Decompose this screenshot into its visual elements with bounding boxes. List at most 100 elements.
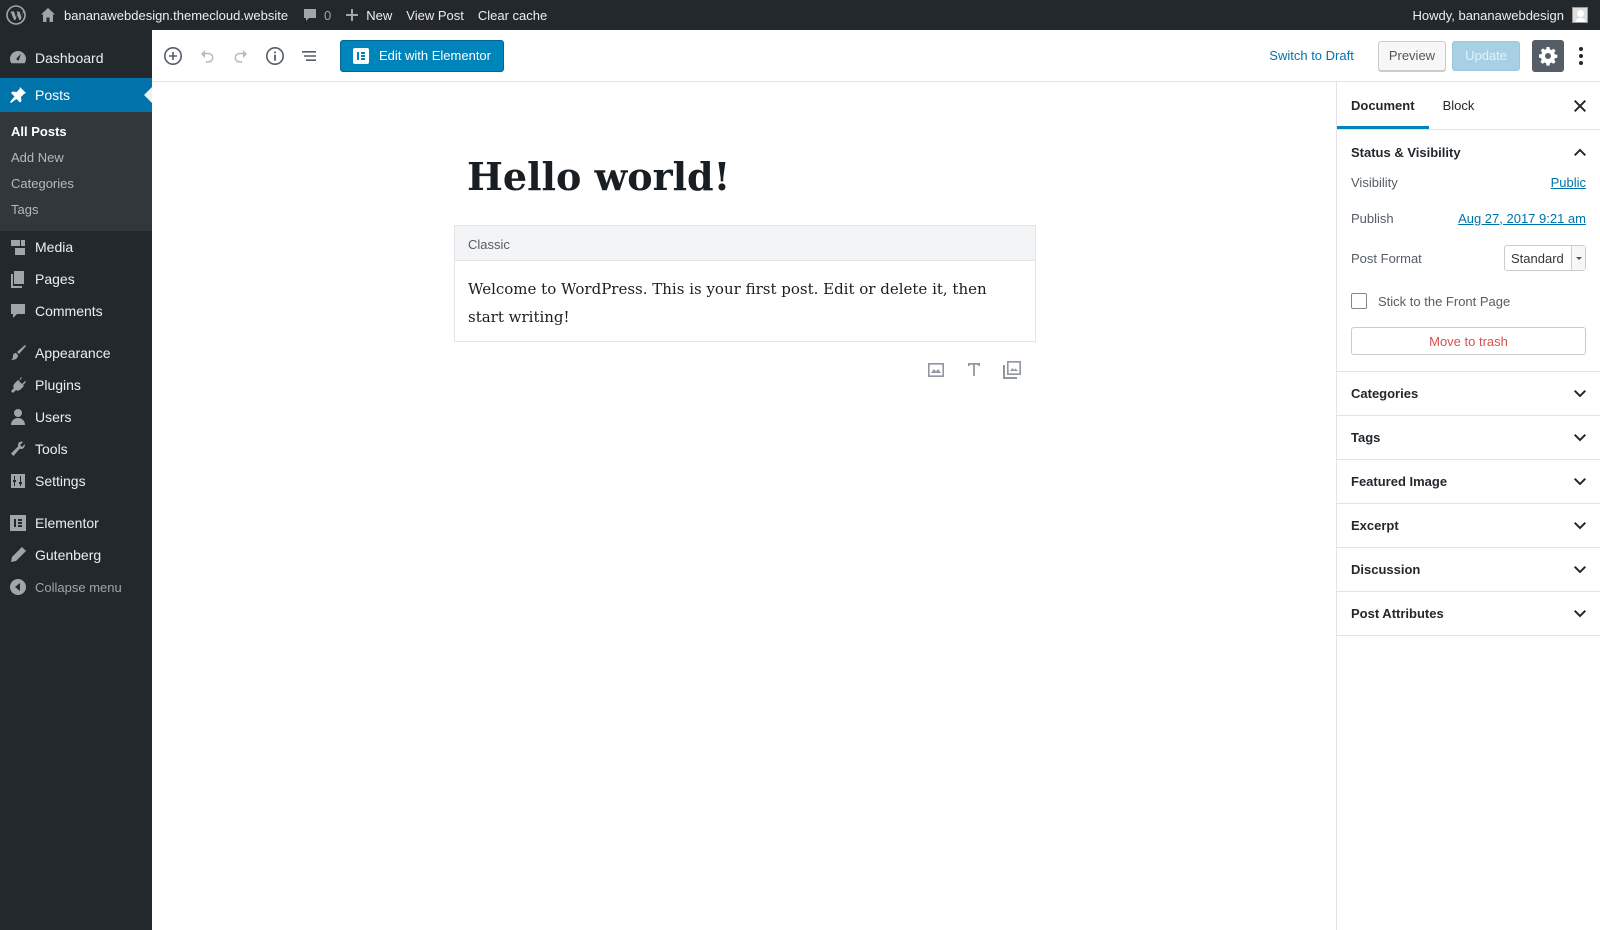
home-icon xyxy=(41,8,55,22)
menu-label-users: Users xyxy=(35,409,72,425)
menu-label-plugins: Plugins xyxy=(35,377,81,393)
site-name: bananawebdesign.themecloud.website xyxy=(64,7,289,23)
header-toolbar xyxy=(156,39,326,73)
settings-toggle-button[interactable] xyxy=(1532,39,1564,72)
new-content-link[interactable]: New xyxy=(338,0,399,30)
plugin-icon xyxy=(9,376,27,394)
redo-button[interactable] xyxy=(224,39,258,73)
panel-title-categories: Categories xyxy=(1351,386,1419,401)
wordpress-logo-icon[interactable] xyxy=(0,0,33,30)
menu-label-settings: Settings xyxy=(35,473,86,489)
sidebar-tabs: Document Block xyxy=(1337,82,1600,130)
comments-count: 0 xyxy=(324,7,332,23)
content-info-button[interactable] xyxy=(258,39,292,73)
vertical-ellipsis-icon xyxy=(1579,46,1583,65)
preview-button[interactable]: Preview xyxy=(1377,40,1447,71)
submenu-all-posts[interactable]: All Posts xyxy=(0,119,152,145)
sticky-checkbox[interactable] xyxy=(1351,293,1367,309)
panel-title-tags: Tags xyxy=(1351,430,1381,445)
menu-label-pages: Pages xyxy=(35,271,75,287)
classic-block-content[interactable]: Welcome to WordPress. This is your first… xyxy=(455,261,1035,345)
visibility-value-link[interactable]: Public xyxy=(1551,175,1586,190)
collapse-menu-button[interactable]: Collapse menu xyxy=(0,571,152,603)
menu-item-media[interactable]: Media xyxy=(0,231,152,263)
post-format-row: Post Format Standard xyxy=(1337,244,1600,272)
pages-icon xyxy=(9,270,27,288)
gear-icon xyxy=(1539,46,1558,66)
panel-excerpt[interactable]: Excerpt xyxy=(1337,504,1600,548)
post-format-select[interactable]: Standard xyxy=(1504,245,1586,271)
comments-link[interactable]: 0 xyxy=(295,0,338,30)
menu-item-dashboard[interactable]: Dashboard xyxy=(0,42,152,74)
submenu-tags[interactable]: Tags xyxy=(0,197,152,223)
menu-item-settings[interactable]: Settings xyxy=(0,465,152,497)
menu-item-appearance[interactable]: Appearance xyxy=(0,337,152,369)
image-icon xyxy=(928,363,944,377)
panel-title-featured-image: Featured Image xyxy=(1351,474,1448,489)
elementor-icon xyxy=(9,514,27,532)
menu-item-elementor[interactable]: Elementor xyxy=(0,507,152,539)
tab-document[interactable]: Document xyxy=(1337,82,1429,129)
add-block-button[interactable] xyxy=(156,39,190,73)
settings-sliders-icon xyxy=(9,472,27,490)
undo-button[interactable] xyxy=(190,39,224,73)
menu-item-pages[interactable]: Pages xyxy=(0,263,152,295)
collapse-menu-label: Collapse menu xyxy=(35,579,122,595)
undo-icon xyxy=(201,49,214,63)
menu-item-users[interactable]: Users xyxy=(0,401,152,433)
classic-block[interactable]: Classic Welcome to WordPress. This is yo… xyxy=(454,225,1036,342)
menu-item-gutenberg[interactable]: Gutenberg xyxy=(0,539,152,571)
post-format-label: Post Format xyxy=(1351,250,1422,266)
submenu-add-new[interactable]: Add New xyxy=(0,145,152,171)
insert-gallery-button[interactable] xyxy=(1000,358,1024,382)
insert-heading-button[interactable] xyxy=(962,358,986,382)
menu-item-comments[interactable]: Comments xyxy=(0,295,152,327)
move-to-trash-button[interactable]: Move to trash xyxy=(1351,327,1586,355)
comment-bubble-icon xyxy=(304,9,317,21)
view-post-link[interactable]: View Post xyxy=(399,0,471,30)
settings-sidebar: Document Block Status & Visibility Visib… xyxy=(1336,82,1600,930)
publish-row: Publish Aug 27, 2017 9:21 am xyxy=(1337,206,1600,230)
clear-cache-link[interactable]: Clear cache xyxy=(471,0,554,30)
edit-with-elementor-button[interactable]: Edit with Elementor xyxy=(340,39,504,72)
panel-featured-image[interactable]: Featured Image xyxy=(1337,460,1600,504)
avatar xyxy=(1572,7,1588,23)
publish-date-link[interactable]: Aug 27, 2017 9:21 am xyxy=(1458,211,1586,226)
menu-item-tools[interactable]: Tools xyxy=(0,433,152,465)
panel-post-attributes[interactable]: Post Attributes xyxy=(1337,592,1600,636)
update-button[interactable]: Update xyxy=(1452,40,1520,71)
menu-item-plugins[interactable]: Plugins xyxy=(0,369,152,401)
panel-tags[interactable]: Tags xyxy=(1337,416,1600,460)
close-sidebar-button[interactable] xyxy=(1570,96,1590,116)
status-visibility-panel: Status & Visibility Visibility Public Pu… xyxy=(1337,130,1600,372)
elementor-logo-icon xyxy=(353,47,369,64)
post-title[interactable]: Hello world! xyxy=(467,154,730,199)
chevron-down-icon xyxy=(1571,246,1585,270)
post-format-value: Standard xyxy=(1511,250,1564,266)
admin-bar: bananawebdesign.themecloud.website 0 New… xyxy=(0,0,1600,30)
redo-icon xyxy=(234,49,247,63)
site-name-link[interactable]: bananawebdesign.themecloud.website xyxy=(33,0,295,30)
elementor-button-label: Edit with Elementor xyxy=(379,48,491,63)
heading-t-icon xyxy=(968,363,980,376)
more-menu-button[interactable] xyxy=(1570,40,1592,72)
chevron-down-icon xyxy=(1574,433,1586,441)
panel-discussion[interactable]: Discussion xyxy=(1337,548,1600,592)
insert-image-button[interactable] xyxy=(924,358,948,382)
chevron-down-icon xyxy=(1574,565,1586,573)
submenu-categories[interactable]: Categories xyxy=(0,171,152,197)
switch-to-draft-button[interactable]: Switch to Draft xyxy=(1269,48,1354,63)
gallery-icon xyxy=(1003,361,1021,379)
block-navigation-button[interactable] xyxy=(292,39,326,73)
publish-label: Publish xyxy=(1351,210,1394,226)
menu-label-comments: Comments xyxy=(35,303,103,319)
pushpin-icon xyxy=(9,86,27,104)
tab-block[interactable]: Block xyxy=(1429,82,1489,129)
users-icon xyxy=(9,408,27,426)
my-account[interactable]: Howdy, bananawebdesign xyxy=(1412,7,1600,23)
menu-item-posts[interactable]: Posts xyxy=(0,78,152,112)
status-visibility-toggle[interactable]: Status & Visibility xyxy=(1337,130,1600,174)
panel-categories[interactable]: Categories xyxy=(1337,372,1600,416)
chevron-down-icon xyxy=(1574,389,1586,397)
panel-title-excerpt: Excerpt xyxy=(1351,518,1399,533)
